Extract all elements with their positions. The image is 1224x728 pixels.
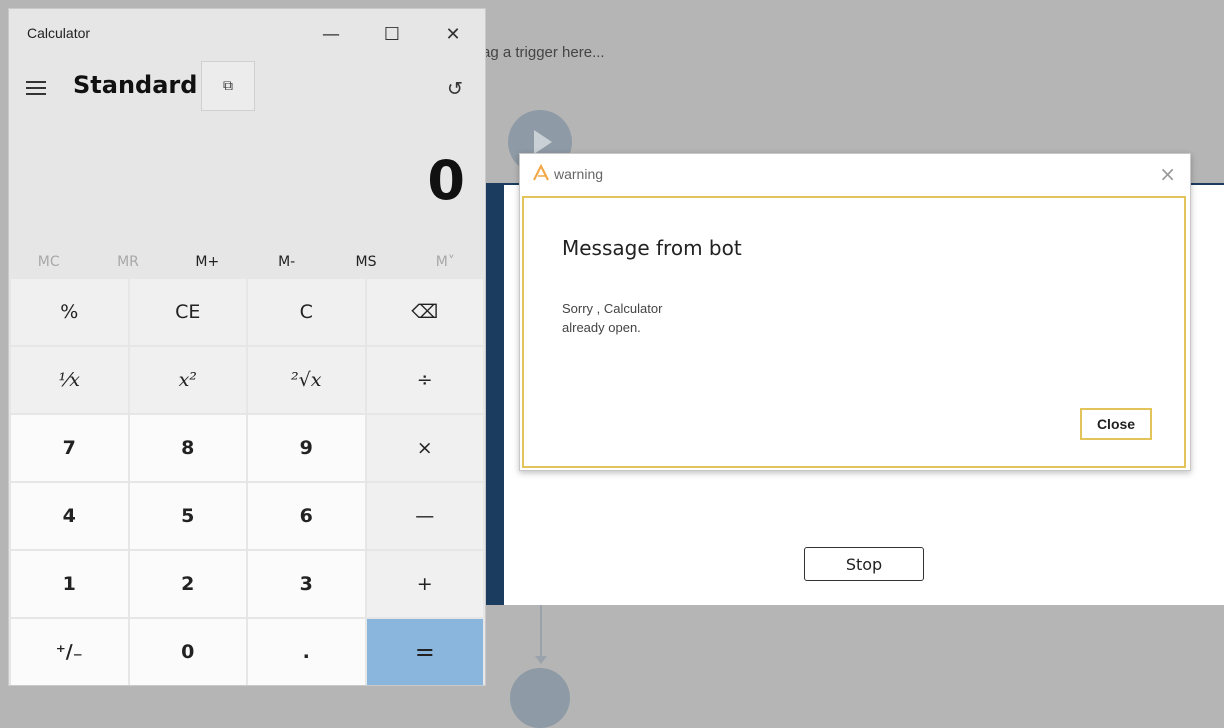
history-icon[interactable]: ↺: [443, 77, 467, 101]
square-root-label: ²√x: [291, 369, 322, 391]
digit-5-button[interactable]: 5: [129, 483, 246, 549]
square-button[interactable]: x²: [129, 347, 246, 413]
close-button[interactable]: Close: [1080, 408, 1152, 440]
keypad: % CE C ⌫ ⅟x x² ²√x ÷ 7 8 9 × 4 5 6 — 1 2…: [11, 279, 483, 685]
warning-close-icon[interactable]: ×: [1159, 162, 1176, 186]
message-text: Sorry , Calculator already open.: [562, 299, 762, 337]
message-heading: Message from bot: [562, 236, 742, 260]
digit-6-button[interactable]: 6: [248, 483, 365, 549]
digit-0-button[interactable]: 0: [129, 619, 246, 685]
square-root-button[interactable]: ²√x: [248, 347, 365, 413]
close-button[interactable]: ✕: [433, 19, 473, 49]
maximize-button[interactable]: ☐: [372, 19, 412, 49]
flow-node[interactable]: [510, 668, 570, 728]
minimize-button[interactable]: —: [311, 19, 351, 49]
clear-entry-button[interactable]: CE: [129, 279, 246, 345]
percent-button[interactable]: %: [11, 279, 128, 345]
memory-subtract-button[interactable]: M-: [247, 249, 326, 275]
result-display: 0: [427, 149, 465, 212]
minus-button[interactable]: —: [366, 483, 483, 549]
warning-titlebar: warning ×: [520, 154, 1190, 194]
digit-1-button[interactable]: 1: [11, 551, 128, 617]
automation-anywhere-logo-icon: [533, 164, 549, 181]
backspace-button[interactable]: ⌫: [366, 279, 483, 345]
memory-add-button[interactable]: M+: [168, 249, 247, 275]
plus-button[interactable]: +: [366, 551, 483, 617]
calculator-titlebar[interactable]: Calculator — ☐ ✕: [9, 9, 485, 57]
warning-dialog: warning × Message from bot Sorry , Calcu…: [519, 153, 1191, 471]
stop-button[interactable]: Stop: [804, 547, 924, 581]
digit-3-button[interactable]: 3: [248, 551, 365, 617]
memory-list-button[interactable]: M˅: [406, 249, 485, 275]
decimal-button[interactable]: .: [248, 619, 365, 685]
memory-row: MC MR M+ M- MS M˅: [9, 249, 485, 275]
mode-title: Standard: [73, 71, 198, 99]
digit-9-button[interactable]: 9: [248, 415, 365, 481]
memory-clear-button[interactable]: MC: [9, 249, 88, 275]
reciprocal-label: ⅟x: [58, 369, 80, 391]
negate-button[interactable]: ⁺∕₋: [11, 619, 128, 685]
keep-on-top-button[interactable]: ⧉: [201, 61, 255, 111]
flow-arrow-icon: [535, 656, 547, 664]
reciprocal-button[interactable]: ⅟x: [11, 347, 128, 413]
digit-7-button[interactable]: 7: [11, 415, 128, 481]
trigger-hint-text: ag a trigger here...: [482, 44, 605, 61]
warning-title: warning: [554, 166, 604, 182]
memory-store-button[interactable]: MS: [326, 249, 405, 275]
clear-button[interactable]: C: [248, 279, 365, 345]
flow-connector: [540, 605, 542, 660]
hamburger-menu-icon[interactable]: [26, 81, 46, 95]
multiply-button[interactable]: ×: [366, 415, 483, 481]
message-line: Sorry , Calculator: [562, 301, 663, 316]
warning-body: Message from bot Sorry , Calculator alre…: [522, 196, 1186, 468]
digit-2-button[interactable]: 2: [129, 551, 246, 617]
equals-button[interactable]: =: [366, 619, 483, 685]
window-title: Calculator: [27, 25, 91, 41]
memory-recall-button[interactable]: MR: [88, 249, 167, 275]
divide-button[interactable]: ÷: [366, 347, 483, 413]
calculator-window: Calculator — ☐ ✕ Standard ⧉ ↺ 0 MC MR M+…: [8, 8, 486, 686]
square-label: x²: [178, 369, 197, 391]
message-line: already open.: [562, 320, 641, 335]
digit-8-button[interactable]: 8: [129, 415, 246, 481]
digit-4-button[interactable]: 4: [11, 483, 128, 549]
